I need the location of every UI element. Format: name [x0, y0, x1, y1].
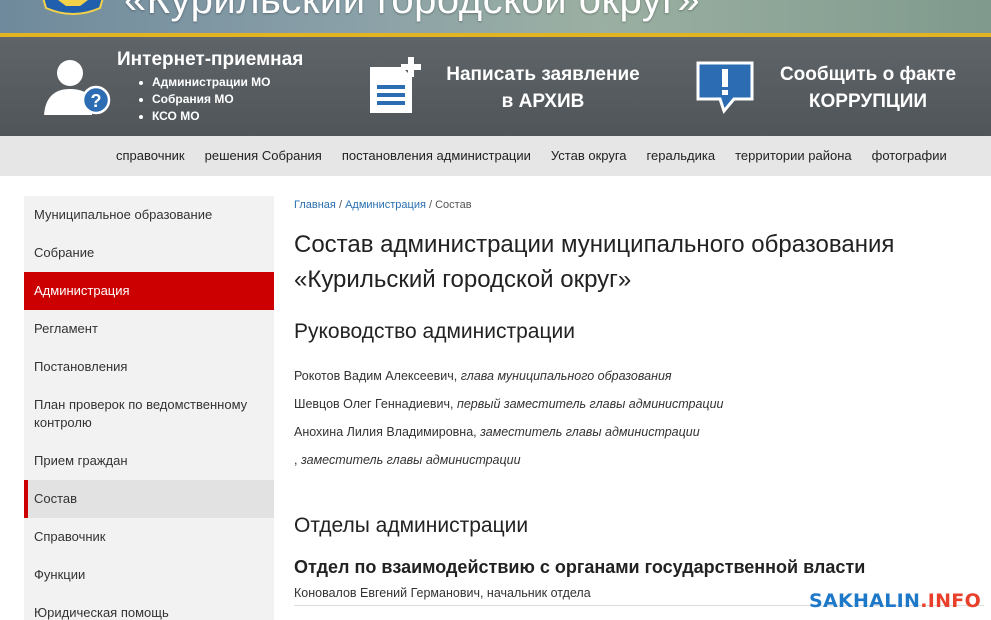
- list-item: Анохина Лилия Владимировна, заместитель …: [294, 418, 984, 446]
- report-line1: Сообщить о факте: [779, 64, 957, 85]
- sidebar-item-regulations[interactable]: Регламент: [24, 310, 274, 348]
- reception-link-assembly[interactable]: Собрания МО: [134, 91, 271, 108]
- user-question-icon[interactable]: ?: [40, 57, 114, 117]
- watermark-logo: SAKHALIN.INFO: [809, 590, 981, 612]
- site-title: «Курильский городской округ»: [124, 0, 701, 22]
- leadership-list: Рокотов Вадим Алексеевич, глава муниципа…: [294, 362, 984, 474]
- document-plus-icon[interactable]: [368, 57, 424, 115]
- person-role: первый заместитель главы администрации: [456, 397, 724, 411]
- sidebar-item-administration[interactable]: Администрация: [24, 272, 274, 310]
- watermark-part2: .INFO: [920, 590, 982, 612]
- sidebar-item-directory[interactable]: Справочник: [24, 518, 274, 556]
- breadcrumb-home[interactable]: Главная: [294, 199, 336, 211]
- breadcrumb-separator: /: [338, 199, 342, 211]
- sidebar-item-legal-aid[interactable]: Юридическая помощь: [24, 594, 274, 620]
- list-item: , заместитель главы администрации: [294, 446, 984, 474]
- sidebar-item-functions[interactable]: Функции: [24, 556, 274, 594]
- department-title: Отдел по взаимодействию с органами госуд…: [294, 557, 866, 577]
- svg-text:?: ?: [91, 91, 102, 111]
- breadcrumb-current: Состав: [435, 199, 472, 211]
- person-name: ,: [294, 453, 298, 467]
- person-name: Рокотов Вадим Алексеевич,: [294, 369, 458, 383]
- header-bar: ? Интернет-приемная Администрации МО Соб…: [0, 37, 991, 136]
- person-name: Шевцов Олег Геннадиевич,: [294, 397, 454, 411]
- person-role: глава муниципального образования: [460, 369, 672, 383]
- reception-links: Администрации МО Собрания МО КСО МО: [134, 74, 271, 125]
- nav-item-charter[interactable]: Устав округа: [541, 136, 637, 176]
- sidebar-item-citizen-reception[interactable]: Прием граждан: [24, 442, 274, 480]
- page-title: Состав администрации муниципального обра…: [294, 231, 895, 293]
- leadership-heading: Руководство администрации: [294, 320, 575, 343]
- reception-title[interactable]: Интернет-приемная: [117, 49, 303, 71]
- nav-item-territories[interactable]: территории района: [725, 136, 862, 176]
- breadcrumb-separator: /: [428, 199, 433, 211]
- reception-link-kso[interactable]: КСО МО: [134, 108, 271, 125]
- sidebar-item-municipality[interactable]: Муниципальное образование: [24, 196, 274, 234]
- list-item: Шевцов Олег Геннадиевич, первый заместит…: [294, 390, 984, 418]
- coat-of-arms-icon[interactable]: [40, 0, 106, 18]
- site-banner: «Курильский городской округ»: [0, 0, 991, 33]
- sidebar-item-inspection-plan[interactable]: План проверок по ведомственному контролю: [24, 386, 274, 442]
- person-role: заместитель главы администрации: [300, 453, 521, 467]
- departments-heading: Отделы администрации: [294, 514, 529, 537]
- nav-item-administration-decrees[interactable]: постановления администрации: [332, 136, 541, 176]
- nav-item-directory[interactable]: справочник: [106, 136, 195, 176]
- nav-item-heraldry[interactable]: геральдика: [637, 136, 726, 176]
- nav-item-assembly-decisions[interactable]: решения Собрания: [195, 136, 332, 176]
- breadcrumb-parent[interactable]: Администрация: [345, 199, 426, 211]
- speech-exclamation-icon[interactable]: [694, 59, 756, 115]
- write-line1: Написать заявление: [446, 64, 640, 85]
- report-corruption-link[interactable]: Сообщить о факте КОРРУПЦИИ: [768, 61, 968, 115]
- sidebar-item-assembly[interactable]: Собрание: [24, 234, 274, 272]
- write-line2: в АРХИВ: [501, 91, 585, 112]
- sidebar-item-decrees[interactable]: Постановления: [24, 348, 274, 386]
- main-nav: справочник решения Собрания постановлени…: [0, 136, 991, 176]
- nav-item-photos[interactable]: фотографии: [862, 136, 957, 176]
- breadcrumb: Главная / Администрация / Состав: [294, 196, 984, 214]
- person-role: заместитель главы администрации: [480, 425, 700, 439]
- watermark-part1: SAKHALIN: [809, 590, 921, 612]
- list-item: Рокотов Вадим Алексеевич, глава муниципа…: [294, 362, 984, 390]
- reception-link-administration[interactable]: Администрации МО: [134, 74, 271, 91]
- sidebar-menu: Муниципальное образование Собрание Админ…: [24, 196, 274, 620]
- sidebar-item-staff[interactable]: Состав: [24, 480, 274, 518]
- main-content: Главная / Администрация / Состав Состав …: [294, 196, 984, 606]
- person-name: Анохина Лилия Владимировна,: [294, 425, 477, 439]
- write-application-link[interactable]: Написать заявление в АРХИВ: [430, 61, 656, 115]
- report-line2: КОРРУПЦИИ: [808, 91, 928, 112]
